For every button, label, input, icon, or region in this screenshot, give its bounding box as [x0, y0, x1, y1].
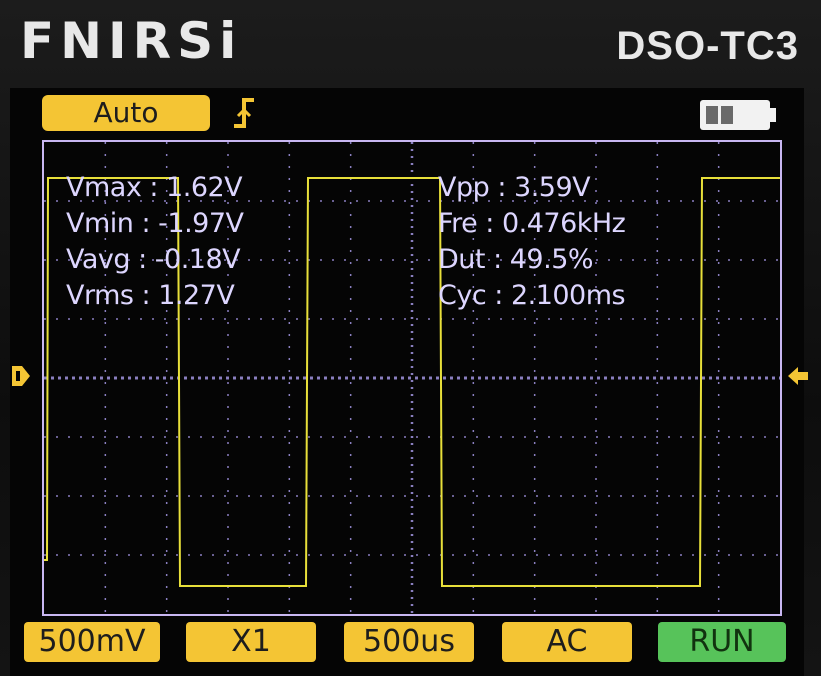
battery-icon	[700, 100, 776, 130]
vrms-readout: Vrms : 1.27V	[66, 280, 235, 311]
rising-edge-trigger-icon[interactable]	[232, 96, 256, 132]
trigger-level-arrow-icon[interactable]	[786, 364, 810, 388]
model-label: DSO-TC3	[616, 24, 799, 68]
vavg-readout: Vavg : -0.18V	[66, 244, 241, 275]
auto-mode-button[interactable]: Auto	[42, 95, 210, 131]
time-per-div-button[interactable]: 500us	[344, 622, 474, 662]
oscilloscope-screen: Auto Vmax : 1.62V Vmin: -1.97V Vavg: -…	[10, 88, 808, 676]
probe-multiplier-button[interactable]: X1	[186, 622, 316, 662]
frequency-readout: Fre : 0.476kHz	[438, 208, 626, 239]
vmin-readout: Vmin : -1.97V	[66, 208, 244, 239]
bottom-bar: 500mV X1 500us AC RUN	[10, 622, 804, 668]
brand-logo: FNIRSi	[20, 12, 243, 70]
channel-marker-icon[interactable]	[10, 364, 32, 388]
cycle-period-readout: Cyc : 2.100ms	[438, 280, 626, 311]
duty-cycle-readout: Dut : 49.5%	[438, 244, 594, 275]
top-bar: Auto	[10, 88, 804, 140]
vmax-readout: Vmax : 1.62V	[66, 172, 243, 203]
vpp-readout: Vpp : 3.59V	[438, 172, 591, 203]
device-bezel: FNIRSi DSO-TC3 Auto Vmax: 1.62V Vmin: …	[0, 0, 821, 676]
waveform-plot: Vmax : 1.62V Vmin : -1.97V Vavg : -0.18V…	[42, 140, 782, 616]
volts-per-div-button[interactable]: 500mV	[24, 622, 160, 662]
run-stop-button[interactable]: RUN	[658, 622, 786, 662]
coupling-button[interactable]: AC	[502, 622, 632, 662]
